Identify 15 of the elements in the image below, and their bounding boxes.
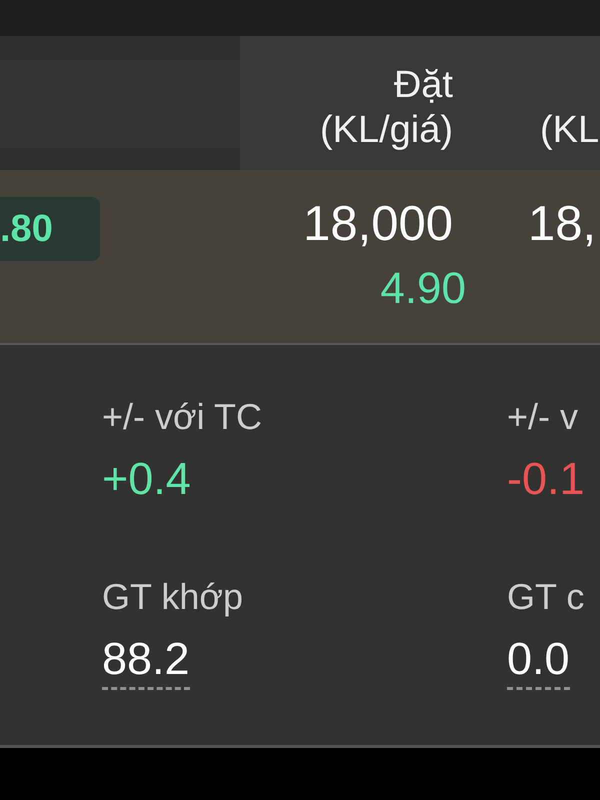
stat-label: +/- với TC — [102, 396, 262, 438]
volume-value: 18,000 — [303, 196, 453, 252]
price-value: 4.90 — [380, 264, 466, 314]
volume-value: 18, — [528, 196, 596, 252]
column-header-text: (KL/giá) — [320, 108, 453, 153]
price-badge: .80 — [0, 197, 100, 261]
stat-label: +/- v — [507, 396, 578, 438]
stat-label: GT c — [507, 576, 584, 618]
stat-value: 88.2 — [102, 634, 190, 690]
column-header-text: (KL — [540, 108, 600, 153]
stat-value: +0.4 — [102, 454, 191, 504]
stat-value: -0.1 — [507, 454, 585, 504]
stat-value: 0.0 — [507, 634, 570, 690]
stat-label: GT khớp — [102, 576, 243, 618]
column-header-text: Đặt — [394, 63, 453, 108]
